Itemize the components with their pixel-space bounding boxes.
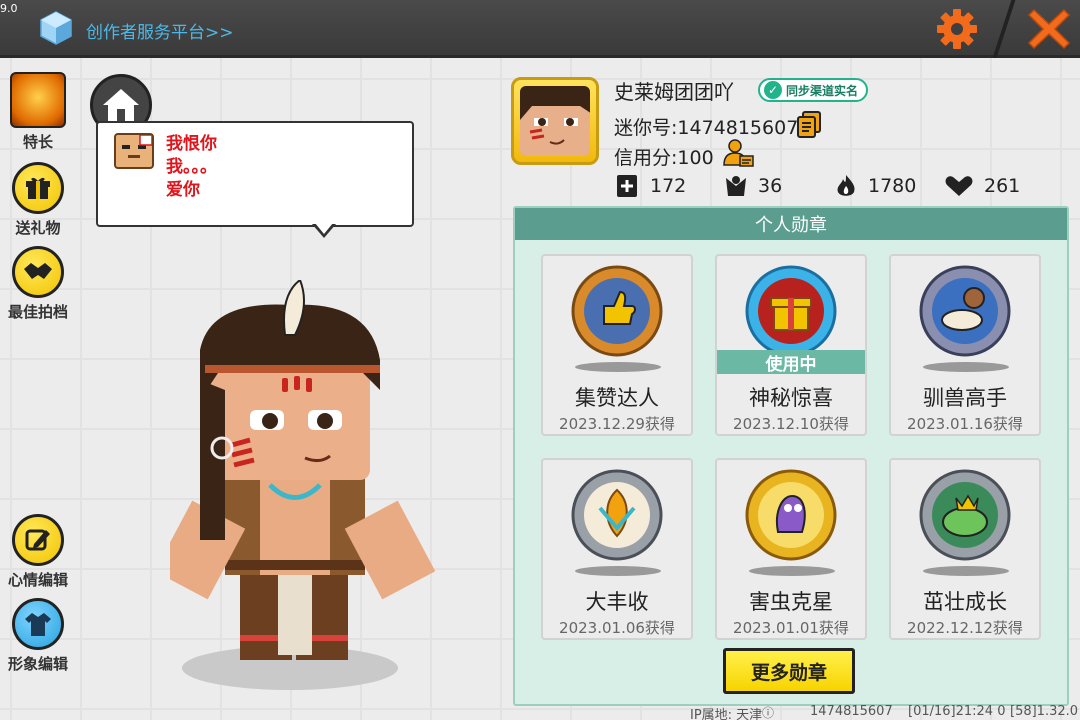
stat-likes: 261 [944,174,1020,198]
sidebar-item-outfit-edit[interactable]: 形象编辑 [8,598,68,674]
gear-icon[interactable] [934,6,980,52]
medal-name: 茁壮成长 [923,590,1007,614]
heart-icon [945,176,973,196]
credit-user-icon[interactable] [722,138,754,168]
medal-shadow [749,566,835,576]
credit-score: 信用分:100 [614,147,714,169]
mini-id: 迷你号:1474815607 [614,117,799,139]
talent-icon [10,72,66,128]
creator-platform-link[interactable]: 创作者服务平台>> [86,18,234,43]
add-icon [617,175,637,197]
footer-uid: 1474815607 [810,704,893,719]
medal-panel: 个人勋章 集赞达人 2023.12.29获得 使用中 神秘惊喜 2023.12.… [513,206,1069,706]
medal-card-in-use[interactable]: 使用中 神秘惊喜 2023.12.10获得 [715,254,867,436]
player-character [170,280,436,690]
outfit-icon [12,598,64,650]
sidebar-item-best-partner[interactable]: 最佳拍档 [8,246,68,322]
medal-shadow [923,566,1009,576]
stat-additions-value: 172 [650,175,687,197]
bubble-avatar [114,133,154,169]
medal-date: 2023.01.06获得 [559,619,675,637]
medal-card[interactable]: 茁壮成长 2022.12.12获得 [889,458,1041,640]
avatar-image [520,86,590,156]
ip-location: IP属地: 天津 [690,708,763,720]
medal-name: 大丰收 [585,590,649,614]
top-divider [992,0,1016,58]
sidebar-item-talent[interactable]: 特长 [10,72,66,152]
sidebar-item-mood-edit[interactable]: 心情编辑 [8,514,68,590]
footer: IP属地: 天津 ⓘ 1474815607 [01/16]21:24 0 [58… [0,702,1080,720]
growth-medal-icon [919,469,1011,561]
medal-date: 2022.12.12获得 [907,619,1023,637]
medal-name: 驯兽高手 [923,386,1007,410]
in-use-badge: 使用中 [717,350,865,375]
medal-name: 神秘惊喜 [749,386,833,410]
stat-popularity: 1780 [834,174,916,198]
medal-name: 害虫克星 [749,590,833,614]
medal-panel-title: 个人勋章 [515,208,1067,240]
medal-date: 2023.01.01获得 [733,619,849,637]
thumbs-up-medal-icon [571,265,663,357]
fire-icon [837,175,855,196]
footer-build: [58]1.32.0 [1010,704,1079,719]
medal-shadow [575,362,661,372]
user-check-icon: ✓ [764,81,782,99]
medal-card[interactable]: 害虫克星 2023.01.01获得 [715,458,867,640]
footer-time: [01/16]21:24 0 [908,704,1006,719]
stat-popularity-value: 1780 [868,175,917,197]
medal-card[interactable]: 集赞达人 2023.12.29获得 [541,254,693,436]
close-icon[interactable] [1026,6,1072,52]
bubble-tail-inner [315,223,333,234]
sidebar-item-label: 形象编辑 [8,655,69,673]
sidebar-item-label: 特长 [22,133,53,151]
gift-box-medal-icon [745,265,837,357]
stat-fans: 36 [724,174,782,198]
copy-icon[interactable] [796,110,822,138]
cube-icon[interactable] [38,10,74,46]
realname-badge[interactable]: ✓ 同步渠道实名 [758,78,869,102]
profile-avatar[interactable] [511,77,599,165]
medal-card[interactable]: 大丰收 2023.01.06获得 [541,458,693,640]
fans-icon [726,176,746,196]
bug-medal-icon [745,469,837,561]
sidebar-item-label: 最佳拍档 [8,303,69,321]
medal-name: 集赞达人 [575,386,659,410]
medal-shadow [575,566,661,576]
edit-icon [12,514,64,566]
top-bar: 9.0 创作者服务平台>> [0,0,1080,58]
gift-icon [12,162,64,214]
medal-date: 2023.01.16获得 [907,415,1023,433]
version-label: 9.0 [0,2,18,15]
stat-likes-value: 261 [984,175,1021,197]
sidebar-item-label: 送礼物 [15,219,61,237]
harvest-medal-icon [571,469,663,561]
mood-text: 我恨你 我。。。 爱你 [166,134,217,200]
mood-bubble: 我恨你 我。。。 爱你 [96,121,414,227]
medal-date: 2023.12.29获得 [559,415,675,433]
handshake-icon [12,246,64,298]
tamer-medal-icon [919,265,1011,357]
nickname: 史莱姆团团吖 [614,80,734,104]
medal-date: 2023.12.10获得 [733,415,849,433]
info-icon[interactable]: ⓘ [762,704,774,720]
sidebar-item-gift[interactable]: 送礼物 [12,162,64,238]
more-medals-button[interactable]: 更多勋章 [723,648,855,694]
medal-shadow [923,362,1009,372]
stat-additions: 172 [616,174,686,198]
realname-badge-label: 同步渠道实名 [786,83,859,98]
stat-fans-value: 36 [758,175,783,197]
sidebar-item-label: 心情编辑 [8,571,69,589]
medal-card[interactable]: 驯兽高手 2023.01.16获得 [889,254,1041,436]
